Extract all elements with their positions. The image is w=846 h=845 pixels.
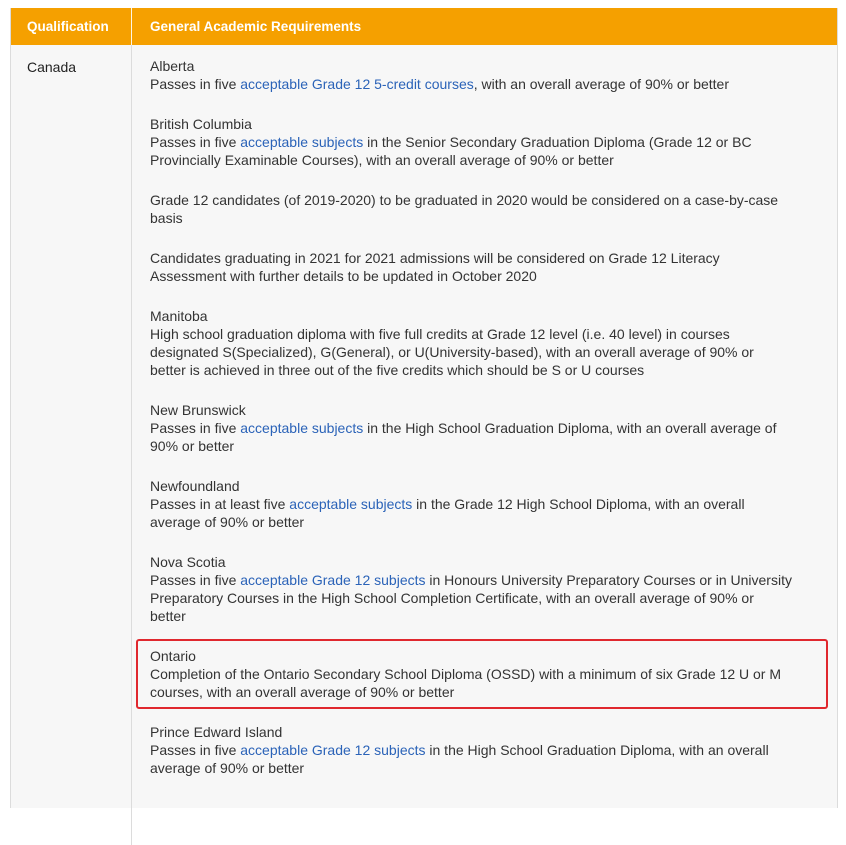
acceptable-subjects-link[interactable]: acceptable subjects <box>289 496 412 512</box>
requirement-text: Passes in five acceptable subjects in th… <box>150 133 822 151</box>
province-new-brunswick: New Brunswick Passes in five acceptable … <box>150 401 822 455</box>
requirement-text: High school graduation diploma with five… <box>150 326 730 342</box>
requirement-text: Passes in five acceptable subjects in th… <box>150 419 822 437</box>
requirement-text: Passes in at least five acceptable subje… <box>150 495 822 513</box>
country-cell: Canada <box>27 59 77 75</box>
requirement-text: courses, with an overall average of 90% … <box>150 684 455 700</box>
acceptable-grade12-subjects-link[interactable]: acceptable Grade 12 subjects <box>240 742 425 758</box>
requirement-text: average of 90% or better <box>150 760 305 776</box>
requirement-text: 90% or better <box>150 438 235 454</box>
note-2021-candidates: Candidates graduating in 2021 for 2021 a… <box>150 249 822 285</box>
requirement-text: Passes in five acceptable Grade 12 subje… <box>150 571 822 589</box>
header-divider <box>131 8 132 45</box>
note-2019-2020-candidates: Grade 12 candidates (of 2019-2020) to be… <box>150 191 822 227</box>
province-name: New Brunswick <box>150 402 246 418</box>
acceptable-subjects-link[interactable]: acceptable subjects <box>240 420 363 436</box>
note-text: Candidates graduating in 2021 for 2021 a… <box>150 250 720 266</box>
text-segment: Passes in five <box>150 76 241 92</box>
requirement-text: Passes in five acceptable Grade 12 5-cre… <box>150 75 822 93</box>
table-header: Qualification General Academic Requireme… <box>11 8 837 45</box>
province-name: Newfoundland <box>150 478 240 494</box>
province-name: Nova Scotia <box>150 554 226 570</box>
header-qualification: Qualification <box>27 19 109 34</box>
column-divider <box>131 45 132 845</box>
province-name: Manitoba <box>150 308 208 324</box>
province-name: Alberta <box>150 58 195 74</box>
province-british-columbia: British Columbia Passes in five acceptab… <box>150 115 822 169</box>
text-segment: in Honours University Preparatory Course… <box>425 572 792 588</box>
text-segment: in the High School Graduation Diploma, w… <box>425 742 769 758</box>
header-requirements: General Academic Requirements <box>150 19 362 34</box>
province-name: Ontario <box>150 648 196 664</box>
text-segment: Passes in five <box>150 572 241 588</box>
text-segment: in the High School Graduation Diploma, w… <box>363 420 777 436</box>
province-manitoba: Manitoba High school graduation diploma … <box>150 307 822 379</box>
text-segment: Passes in at least five <box>150 496 290 512</box>
requirement-text: better is achieved in three out of the f… <box>150 362 645 378</box>
text-segment: in the Senior Secondary Graduation Diplo… <box>363 134 752 150</box>
requirements-table: Qualification General Academic Requireme… <box>10 8 838 845</box>
requirement-text: Preparatory Courses in the High School C… <box>150 590 754 606</box>
text-segment: Passes in five <box>150 420 241 436</box>
note-text: basis <box>150 210 183 226</box>
requirement-text: Provincially Examinable Courses), with a… <box>150 152 614 168</box>
province-newfoundland: Newfoundland Passes in at least five acc… <box>150 477 822 531</box>
text-segment: Passes in five <box>150 742 241 758</box>
requirement-text: better <box>150 608 186 624</box>
province-prince-edward-island: Prince Edward Island Passes in five acce… <box>150 723 822 777</box>
province-alberta: Alberta Passes in five acceptable Grade … <box>150 57 822 93</box>
note-text: Assessment with further details to be up… <box>150 268 537 284</box>
text-segment: in the Grade 12 High School Diploma, wit… <box>412 496 745 512</box>
text-segment: , with an overall average of 90% or bett… <box>473 76 729 92</box>
requirement-text: Passes in five acceptable Grade 12 subje… <box>150 741 822 759</box>
requirement-text: designated S(Specialized), G(General), o… <box>150 344 754 360</box>
note-text: Grade 12 candidates (of 2019-2020) to be… <box>150 192 779 208</box>
acceptable-subjects-link[interactable]: acceptable subjects <box>240 134 363 150</box>
text-segment: Passes in five <box>150 134 241 150</box>
acceptable-grade12-subjects-link[interactable]: acceptable Grade 12 subjects <box>240 572 425 588</box>
province-ontario: Ontario Completion of the Ontario Second… <box>150 647 822 701</box>
requirement-text: Completion of the Ontario Secondary Scho… <box>150 666 782 682</box>
province-name: British Columbia <box>150 116 252 132</box>
province-nova-scotia: Nova Scotia Passes in five acceptable Gr… <box>150 553 822 625</box>
province-name: Prince Edward Island <box>150 724 283 740</box>
acceptable-courses-link[interactable]: acceptable Grade 12 5-credit courses <box>240 76 473 92</box>
requirement-text: average of 90% or better <box>150 514 305 530</box>
